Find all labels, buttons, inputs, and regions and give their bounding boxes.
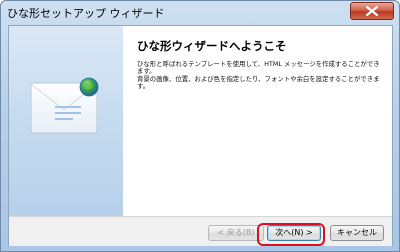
next-button-highlight <box>257 223 325 246</box>
wizard-content: ひな形ウィザードへようこそ ひな形と呼ばれるテンプレートを使用して、HTML メ… <box>123 26 392 216</box>
description-paragraph-1: ひな形と呼ばれるテンプレートを使用して、HTML メッセージを作成することができ… <box>137 60 380 76</box>
close-icon <box>366 6 378 16</box>
window-title: ひな形セットアップ ウィザード <box>7 7 165 20</box>
close-button[interactable] <box>350 2 394 20</box>
envelope-icon <box>30 77 99 134</box>
title-bar: ひな形セットアップ ウィザード <box>1 1 399 25</box>
cancel-button[interactable]: キャンセル <box>330 225 384 241</box>
back-button[interactable]: < 戻る(B) <box>208 225 264 241</box>
wizard-window: ひな形セットアップ ウィザード ひな形ウィザードへようこそ ひな形と呼ばれるテン… <box>0 0 400 252</box>
description-paragraph-2: 背景の画像、位置、および色を指定したり、フォントや余白を設定することができます。 <box>137 75 380 91</box>
wizard-footer: < 戻る(B) 次へ(N) > キャンセル <box>9 216 392 246</box>
welcome-heading: ひな形ウィザードへようこそ <box>137 39 287 53</box>
wizard-client-area: ひな形ウィザードへようこそ ひな形と呼ばれるテンプレートを使用して、HTML メ… <box>8 25 393 246</box>
wizard-sidebar <box>9 26 123 216</box>
